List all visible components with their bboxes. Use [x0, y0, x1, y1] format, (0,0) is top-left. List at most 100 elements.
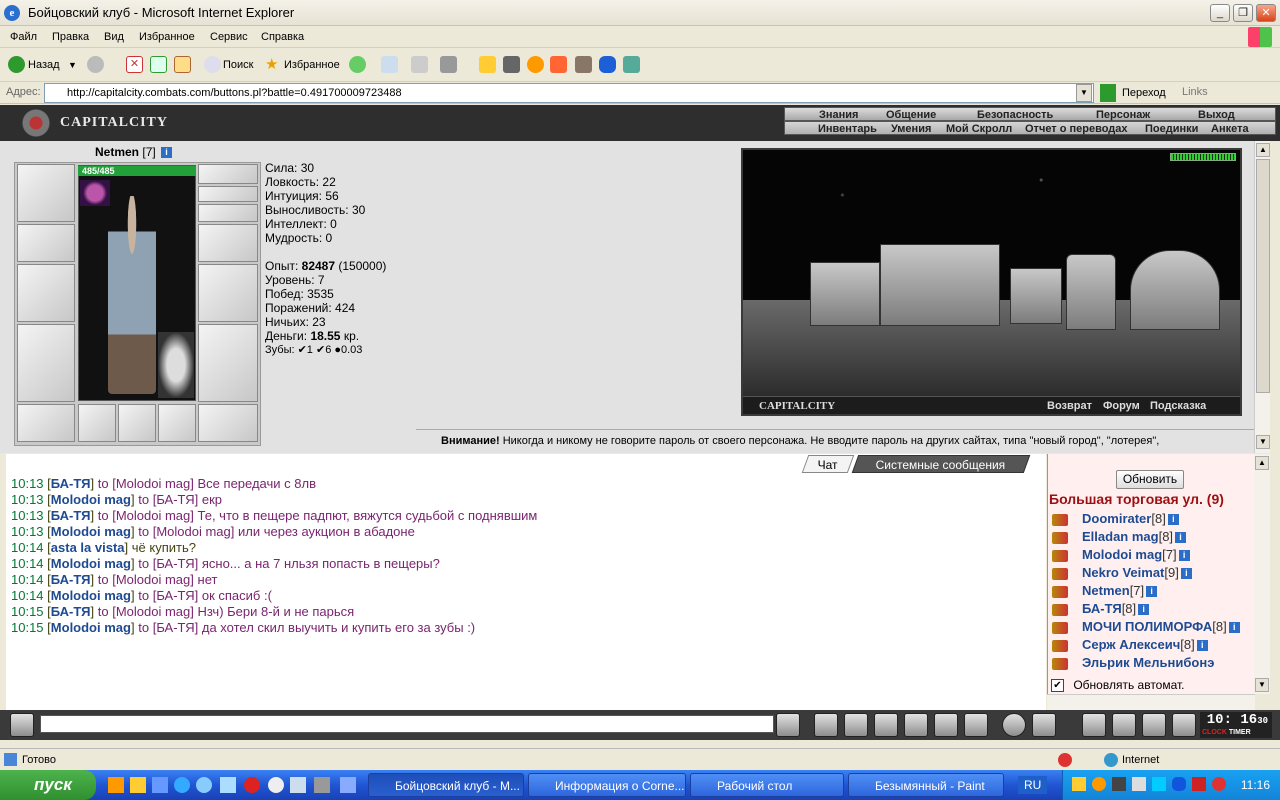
user-action-icon[interactable] [1052, 621, 1068, 634]
folder-icon[interactable] [479, 56, 496, 73]
helmet-slot[interactable] [17, 164, 75, 222]
user-info-icon[interactable]: i [1138, 604, 1150, 616]
user-name[interactable]: БА-ТЯ [1082, 601, 1122, 616]
user-name[interactable]: Эльрик Мельнибонэ [1082, 655, 1214, 670]
scene-link-return[interactable]: Возврат [1047, 400, 1092, 412]
info-icon[interactable]: i [161, 147, 173, 159]
lock-icon[interactable] [1142, 713, 1166, 737]
quicklaunch-icon-11[interactable] [340, 777, 356, 793]
armor-slot[interactable] [17, 324, 75, 402]
building-temple[interactable] [1130, 250, 1220, 330]
chat-recipient[interactable]: Molodoi mag [116, 604, 190, 619]
smiley-icon[interactable] [1002, 713, 1026, 737]
favorites-star-icon[interactable]: ★ [265, 56, 278, 74]
tab-system-messages[interactable]: Системные сообщения [851, 455, 1031, 473]
tray-icon-at[interactable] [1092, 777, 1106, 791]
building-1[interactable] [810, 262, 880, 326]
chat-sender[interactable]: БА-ТЯ [51, 508, 91, 523]
user-info-icon[interactable]: i [1228, 622, 1240, 634]
user-info-icon[interactable]: i [1180, 568, 1192, 580]
gift-icon[interactable] [1112, 713, 1136, 737]
nav-social[interactable]: Общение [886, 109, 936, 121]
tab-chat[interactable]: Чат [801, 455, 855, 473]
go-button[interactable]: Переход [1100, 84, 1166, 102]
user-name[interactable]: МОЧИ ПОЛИМОРФА [1082, 619, 1212, 634]
user-name[interactable]: Molodoi mag [1082, 547, 1162, 562]
quicklaunch-icon-6[interactable] [220, 777, 236, 793]
scroll-down-icon[interactable]: ▼ [1256, 435, 1270, 449]
links-label[interactable]: Links [1182, 86, 1208, 98]
chat-recipient[interactable]: БА-ТЯ [156, 556, 194, 571]
chat-sender[interactable]: asta la vista [51, 540, 125, 555]
user-name[interactable]: Elladan mag [1082, 529, 1159, 544]
popup-blocked-icon[interactable] [1058, 753, 1072, 767]
user-action-icon[interactable] [1052, 585, 1068, 598]
task-info[interactable]: Информация о Corne... [528, 773, 686, 797]
fight-icon[interactable] [904, 713, 928, 737]
history-icon[interactable] [349, 56, 366, 73]
pet-owl-icon[interactable] [158, 332, 194, 398]
user-info-icon[interactable]: i [1178, 550, 1190, 562]
task-ie[interactable]: Бойцовский клуб - M... [368, 773, 524, 797]
user-action-icon[interactable] [1052, 531, 1068, 544]
chat-sender[interactable]: Molodoi mag [51, 588, 131, 603]
amulet-slot[interactable] [198, 164, 258, 184]
weapon-slot[interactable] [17, 264, 75, 322]
chat-recipient[interactable]: БА-ТЯ [156, 588, 194, 603]
network-icon[interactable] [623, 56, 640, 73]
nav-character[interactable]: Персонаж [1096, 109, 1150, 121]
gloves-slot[interactable] [198, 224, 258, 262]
chat-input[interactable] [40, 715, 774, 733]
scene-link-forum[interactable]: Форум [1103, 400, 1140, 412]
earrings-slot[interactable] [198, 186, 258, 202]
home-icon[interactable] [174, 56, 191, 73]
tray-icon-network[interactable] [1152, 777, 1166, 791]
settings-icon[interactable] [1032, 713, 1056, 737]
game-scrollbar[interactable]: ▲ ▼ [1254, 141, 1270, 453]
user-list-item[interactable]: Molodoi mag[7] i [1052, 547, 1190, 562]
user-list-item[interactable]: БА-ТЯ[8] i [1052, 601, 1150, 616]
user-list-item[interactable]: МОЧИ ПОЛИМОРФА[8] i [1052, 619, 1240, 634]
user-list-item[interactable]: Серж Алексеич[8] i [1052, 637, 1208, 652]
auto-refresh-option[interactable]: ✔ Обновлять автомат. [1051, 678, 1185, 693]
search-icon[interactable] [204, 56, 221, 73]
tray-icon-volume[interactable] [1132, 777, 1146, 791]
chat-recipient[interactable]: Molodoi mag [156, 524, 230, 539]
quicklaunch-icon-1[interactable] [108, 777, 124, 793]
nav-security[interactable]: Безопасность [977, 109, 1053, 121]
chat-sender[interactable]: Molodoi mag [51, 556, 131, 571]
quicklaunch-icon-9[interactable] [290, 777, 306, 793]
user-list-item[interactable]: Netmen[7] i [1052, 583, 1158, 598]
chat-recipient[interactable]: Molodoi mag [116, 572, 190, 587]
chat-recipient[interactable]: Molodoi mag [116, 508, 190, 523]
print-icon[interactable] [411, 56, 428, 73]
bluetooth-icon[interactable] [599, 56, 616, 73]
favorites-button[interactable]: Избранное [284, 56, 340, 74]
quicklaunch-icon-7[interactable] [244, 777, 260, 793]
sound-icon[interactable] [964, 713, 988, 737]
rune-slot-3[interactable] [158, 404, 196, 442]
building-2[interactable] [880, 244, 1000, 326]
address-dropdown-icon[interactable]: ▼ [1076, 84, 1092, 102]
language-indicator[interactable]: RU [1018, 776, 1048, 794]
user-action-icon[interactable] [1052, 657, 1068, 670]
task-desktop[interactable]: Рабочий стол [690, 773, 844, 797]
user-name[interactable]: Netmen [1082, 583, 1130, 598]
user-list-item[interactable]: Nekro Veimat[9] i [1052, 565, 1192, 580]
chat-sender[interactable]: БА-ТЯ [51, 476, 91, 491]
tray-icon-shield[interactable] [1112, 777, 1126, 791]
refresh-users-button[interactable]: Обновить [1116, 470, 1184, 489]
user-list-scrollbar[interactable]: ▲ ▼ [1254, 454, 1270, 694]
buff-icon[interactable] [80, 180, 110, 206]
user-action-icon[interactable] [1052, 567, 1068, 580]
exit-icon[interactable] [1172, 713, 1196, 737]
minimize-button[interactable]: _ [1210, 4, 1230, 22]
building-portal[interactable] [1066, 254, 1116, 330]
nav-exit[interactable]: Выход [1198, 109, 1235, 121]
duel-icon[interactable] [934, 713, 958, 737]
user-list-item[interactable]: Elladan mag[8] i [1052, 529, 1187, 544]
filter-icon[interactable] [844, 713, 868, 737]
auto-refresh-checkbox[interactable]: ✔ [1051, 679, 1064, 693]
address-input[interactable]: http://capitalcity.combats.com/buttons.p… [44, 83, 1094, 103]
chat-sender[interactable]: Molodoi mag [51, 524, 131, 539]
